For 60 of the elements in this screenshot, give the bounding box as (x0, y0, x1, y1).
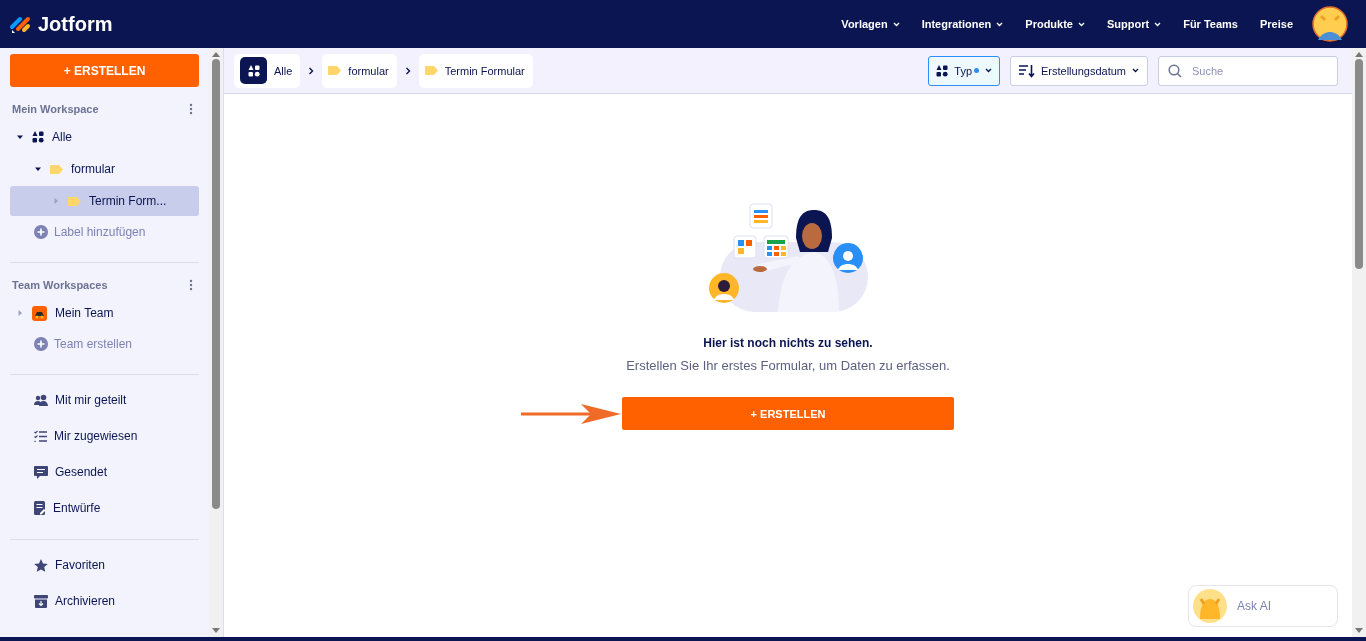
breadcrumb[interactable]: Alle (234, 53, 301, 88)
tree-item[interactable]: Alle (10, 122, 199, 152)
chevron-down-icon (985, 68, 992, 73)
label-icon (68, 196, 81, 206)
scrollbar[interactable] (209, 48, 223, 637)
plus-icon (34, 337, 48, 351)
caret-right-icon[interactable] (16, 309, 24, 317)
sidebar-nav-item[interactable]: Gesendet (10, 455, 199, 489)
nav-link[interactable]: Vorlagen (832, 14, 909, 34)
section-title: Mein Workspace (12, 103, 99, 115)
grid-icon (240, 57, 267, 84)
chevron-right-icon (308, 66, 315, 75)
chevron-right-icon (404, 66, 411, 75)
star-icon (34, 558, 48, 572)
breadcrumb[interactable]: Termin Formular (418, 53, 533, 88)
sidebar-nav-item[interactable]: Mir zugewiesen (10, 419, 199, 453)
grid-icon (32, 131, 44, 143)
sidebar-nav-item[interactable]: Archivieren (10, 584, 199, 618)
sidebar-nav-item[interactable]: Favoriten (10, 548, 199, 582)
caret-down-icon[interactable] (16, 133, 24, 141)
logo-text: Jotform (38, 12, 113, 36)
scrollbar[interactable] (1352, 48, 1366, 637)
nav-link[interactable]: Produkte (1016, 14, 1094, 34)
empty-state-title: Hier ist noch nichts zu sehen. (703, 336, 873, 350)
people-icon (34, 394, 48, 406)
nav-link[interactable]: Integrationen (912, 14, 1013, 34)
more-icon[interactable] (189, 103, 193, 115)
search-field[interactable]: Suche (1158, 55, 1338, 86)
nav-link[interactable]: Für Teams (1174, 14, 1247, 34)
label-icon (328, 66, 342, 75)
nav-link[interactable]: Support (1098, 14, 1171, 34)
tree-item[interactable]: Termin Form... (10, 186, 199, 216)
chevron-down-icon (892, 21, 900, 27)
chevron-down-icon (996, 21, 1004, 27)
more-icon[interactable] (189, 279, 193, 291)
plus-icon (34, 225, 48, 239)
checklist-icon (34, 430, 47, 442)
message-icon (34, 465, 48, 479)
tree-item[interactable]: formular (10, 154, 199, 184)
document-edit-icon (34, 501, 46, 515)
caret-down-icon[interactable] (34, 165, 42, 173)
label-icon (50, 164, 63, 174)
type-filter[interactable]: Typ (928, 55, 1000, 86)
chevron-down-icon (1078, 21, 1085, 27)
ask-ai-button[interactable]: Ask AI (1188, 585, 1338, 627)
team-item[interactable]: Mein Team (10, 298, 199, 328)
sort-icon (1019, 63, 1035, 78)
archive-box-icon (34, 594, 48, 608)
sort-dropdown[interactable]: Erstellungsdatum (1010, 55, 1148, 86)
chevron-down-icon (1154, 21, 1162, 27)
team-icon (32, 305, 47, 321)
sidebar-nav-item[interactable]: Mit mir geteilt (10, 383, 199, 417)
breadcrumb[interactable]: formular (322, 53, 397, 88)
chevron-down-icon (1132, 68, 1139, 73)
nav-link[interactable]: Preise (1250, 14, 1302, 34)
label-icon (424, 66, 438, 75)
grid-icon (936, 64, 949, 77)
section-title: Team Workspaces (12, 279, 108, 291)
sidebar-nav-item[interactable]: Entwürfe (10, 491, 199, 525)
empty-state-text: Erstellen Sie Ihr erstes Formular, um Daten zu erfassen. (626, 358, 950, 373)
